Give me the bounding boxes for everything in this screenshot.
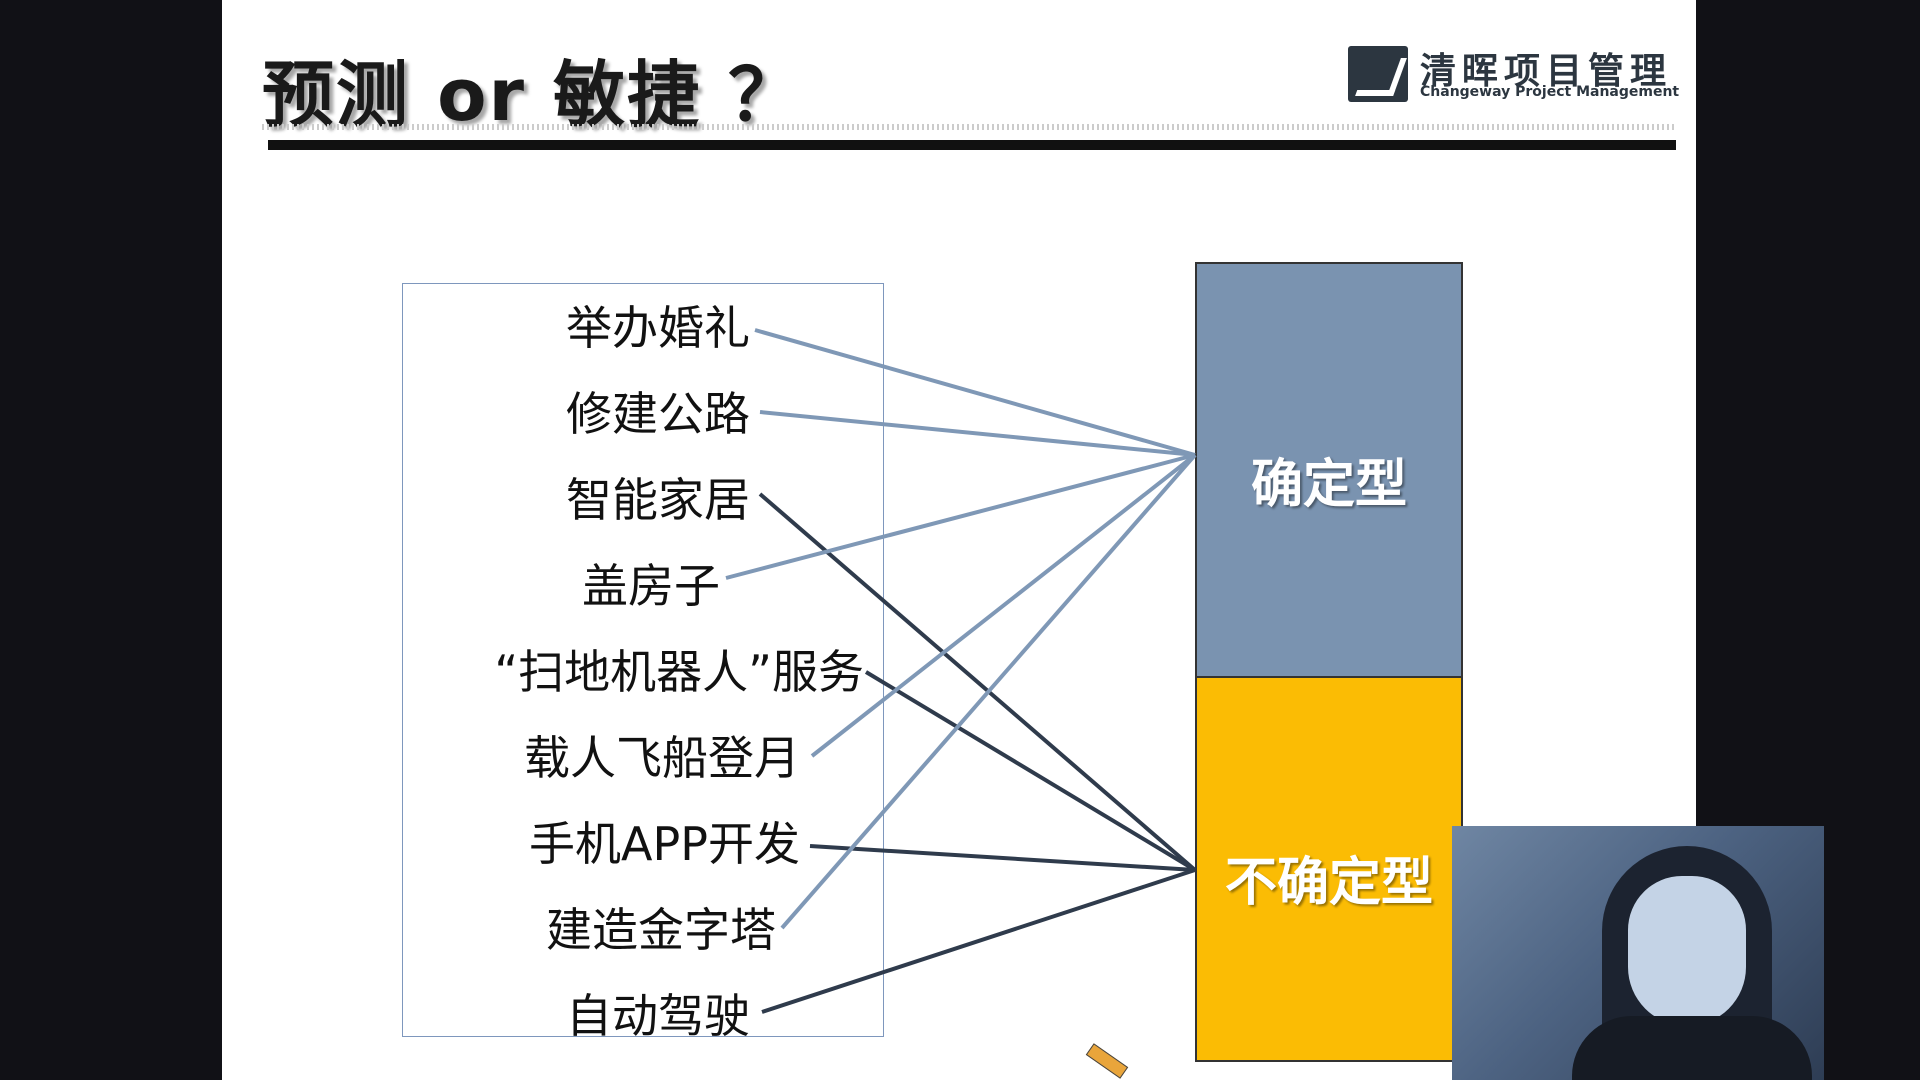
connector-line-0: [754, 328, 1196, 457]
connector-line-4: [864, 670, 1197, 872]
connector-line-1: [759, 410, 1196, 457]
connector-line-8: [761, 868, 1196, 1014]
connector-line-6: [809, 844, 1196, 872]
connector-line-5: [810, 453, 1197, 758]
presenter-video: [1452, 826, 1824, 1080]
connector-line-3: [725, 453, 1196, 580]
